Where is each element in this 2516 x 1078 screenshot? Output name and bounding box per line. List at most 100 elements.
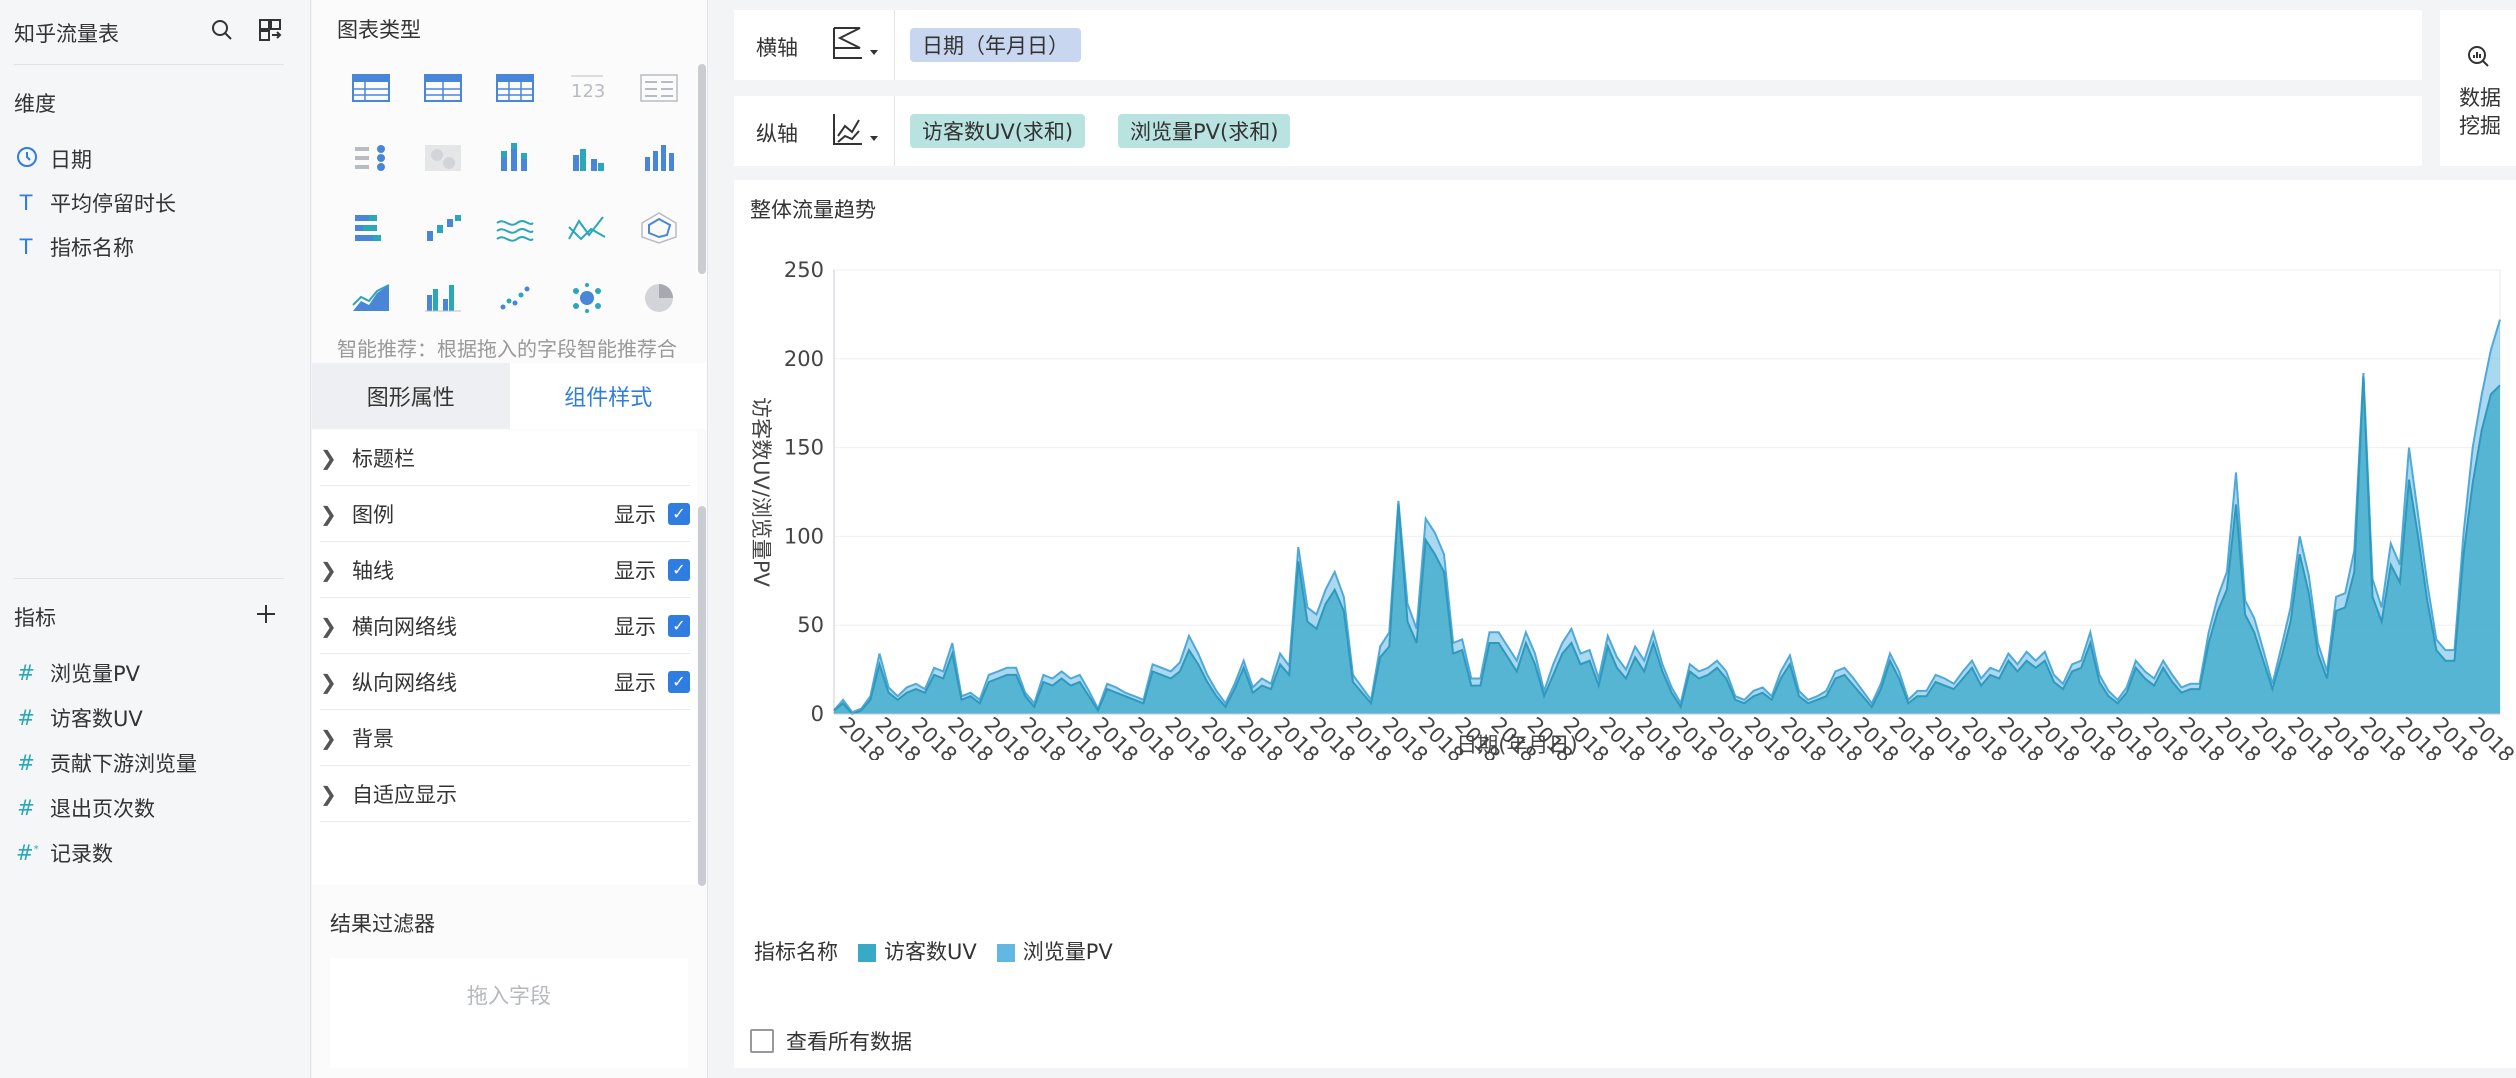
y-tick-label: 0 [811, 702, 824, 726]
bubble-icon[interactable] [557, 268, 617, 323]
text-icon: T [19, 235, 33, 259]
metric-label: 记录数 [50, 842, 113, 866]
y-field-pill-pv[interactable]: 浏览量PV(求和) [1118, 114, 1291, 148]
data-mining-icon [2466, 44, 2490, 72]
tab-component-style[interactable]: 组件样式 [509, 363, 707, 429]
pie-chart-icon[interactable] [629, 268, 689, 323]
line-chart-icon[interactable] [485, 198, 545, 258]
legend-item-pv[interactable]: 浏览量PV [996, 936, 1113, 966]
svg-text:123: 123 [571, 81, 605, 102]
text-icon: T [19, 191, 33, 215]
column-chart-icon[interactable] [629, 128, 689, 188]
count-icon: #* [16, 841, 39, 865]
number-card-icon[interactable]: 123 [557, 58, 617, 118]
detail-table-icon[interactable] [629, 58, 689, 118]
metric-item-exit[interactable]: # 退出页次数 [16, 793, 155, 823]
chart-card: 整体流量趋势 0 50 100 150 200 250 访客数UV/浏览量PV 2018-03… [734, 180, 2516, 1068]
table-icon[interactable] [341, 58, 401, 118]
switch-dataset-icon[interactable] [256, 16, 284, 44]
number-icon: # [17, 661, 35, 685]
legend-title: 指标名称 [754, 940, 838, 964]
legend-swatch [996, 944, 1015, 962]
data-mining-label: 数据挖掘 [2459, 86, 2501, 138]
view-all-data-toggle[interactable]: 查看所有数据 [750, 1026, 912, 1056]
chevron-right-icon: ❯ [320, 781, 337, 806]
x-axis-shelf[interactable]: 横轴 日期（年月日） [734, 10, 2422, 80]
prop-row-horizontal-grid[interactable]: ❯ 横向网络线 显示 ✓ [320, 598, 690, 654]
number-icon: # [17, 751, 35, 775]
field-panel: 知乎流量表 维度 日期 T 平均停留时长 T 指标名称 指标 # 浏览量PV #… [0, 0, 311, 1078]
radar-icon[interactable] [629, 198, 689, 258]
config-panel: 图表类型 123 智能推荐：根据拖入的字段智能推荐合适的图表或表格类型。 图形属… [312, 0, 708, 1078]
number-icon: # [17, 706, 35, 730]
hgrid-show-checkbox[interactable]: ✓ [668, 614, 690, 637]
horizontal-stack-icon[interactable] [341, 198, 401, 258]
x-field-pill[interactable]: 日期（年月日） [910, 28, 1081, 62]
dimension-header: 维度 [14, 92, 56, 116]
metric-item-uv[interactable]: # 访客数UV [16, 703, 143, 733]
area-chart-type-icon[interactable] [830, 24, 882, 64]
legend-item-uv[interactable]: 访客数UV [858, 936, 977, 966]
style-tabs: 图形属性 组件样式 [312, 363, 707, 429]
y-axis-shelf[interactable]: 纵轴 访客数UV(求和) 浏览量PV(求和) [734, 96, 2422, 166]
cross-table-icon[interactable] [485, 58, 545, 118]
legend-show-checkbox[interactable]: ✓ [668, 502, 690, 525]
dot-legend-icon[interactable] [341, 128, 401, 188]
data-mining-button[interactable]: 数据挖掘 [2440, 10, 2516, 166]
stacked-bar-icon[interactable] [485, 128, 545, 188]
chevron-right-icon: ❯ [320, 669, 337, 694]
result-filter-dropzone[interactable]: 拖入字段 [330, 958, 688, 1068]
result-filter-header: 结果过滤器 [330, 912, 435, 936]
axis-show-checkbox[interactable]: ✓ [668, 558, 690, 581]
metric-item-record-count[interactable]: #* 记录数 [16, 838, 113, 868]
metric-label: 贡献下游浏览量 [50, 752, 197, 776]
search-icon[interactable] [208, 16, 236, 44]
y-field-pill-uv[interactable]: 访客数UV(求和) [910, 114, 1086, 148]
dimension-item-metric-name[interactable]: T 指标名称 [16, 232, 134, 262]
view-all-checkbox[interactable] [750, 1029, 774, 1053]
area-chart-icon[interactable] [341, 268, 401, 323]
dimension-item-date[interactable]: 日期 [16, 144, 92, 174]
style-property-list: ❯ 标题栏 ❯ 图例 显示 ✓ ❯ 轴线 显示 ✓ ❯ 横向网络线 显示 ✓ ❯… [312, 430, 697, 885]
chart-type-picker: 123 [341, 58, 707, 323]
chart-type-header: 图表类型 [337, 18, 421, 42]
grouped-bar-icon[interactable] [413, 268, 473, 323]
chevron-right-icon: ❯ [320, 557, 337, 582]
metric-header: 指标 [14, 606, 56, 630]
area-chart: 050100150200250访客数UV/浏览量PV2018-032018-03… [749, 258, 2516, 760]
legend-swatch [858, 944, 876, 962]
scrollbar[interactable] [698, 64, 706, 274]
dataset-title: 知乎流量表 [14, 22, 119, 46]
prop-row-adaptive-display[interactable]: ❯ 自适应显示 [320, 766, 690, 822]
prop-row-background[interactable]: ❯ 背景 [320, 710, 690, 766]
line-chart-type-icon[interactable] [830, 110, 882, 150]
y-axis-title: 访客数UV/浏览量PV [749, 397, 773, 587]
chevron-right-icon: ❯ [320, 725, 337, 750]
dimension-label: 指标名称 [50, 236, 134, 260]
metric-label: 退出页次数 [50, 797, 155, 821]
heat-map-icon[interactable] [413, 128, 473, 188]
dimension-label: 平均停留时长 [50, 192, 176, 216]
metric-label: 浏览量PV [50, 662, 141, 686]
metric-item-downstream[interactable]: # 贡献下游浏览量 [16, 748, 197, 778]
add-icon[interactable] [252, 600, 280, 628]
bar-chart-icon[interactable] [557, 128, 617, 188]
scrollbar[interactable] [698, 506, 706, 886]
metric-item-pv[interactable]: # 浏览量PV [16, 658, 140, 688]
scatter-icon[interactable] [485, 268, 545, 323]
waterfall-icon[interactable] [413, 198, 473, 258]
y-tick-label: 200 [784, 347, 824, 371]
prop-row-vertical-grid[interactable]: ❯ 纵向网络线 显示 ✓ [320, 654, 690, 710]
dimension-item-avg-stay[interactable]: T 平均停留时长 [16, 188, 176, 218]
vgrid-show-checkbox[interactable]: ✓ [668, 670, 690, 693]
y-axis-label: 纵轴 [756, 122, 798, 146]
tab-graphic-attributes[interactable]: 图形属性 [312, 363, 510, 429]
y-tick-label: 100 [784, 524, 824, 548]
prop-row-axis-line[interactable]: ❯ 轴线 显示 ✓ [320, 542, 690, 598]
dimension-label: 日期 [50, 148, 92, 172]
prop-row-title-bar[interactable]: ❯ 标题栏 [320, 430, 690, 486]
line-area-icon[interactable] [557, 198, 617, 258]
grouped-table-icon[interactable] [413, 58, 473, 118]
prop-row-legend[interactable]: ❯ 图例 显示 ✓ [320, 486, 690, 542]
y-tick-label: 50 [797, 613, 824, 637]
